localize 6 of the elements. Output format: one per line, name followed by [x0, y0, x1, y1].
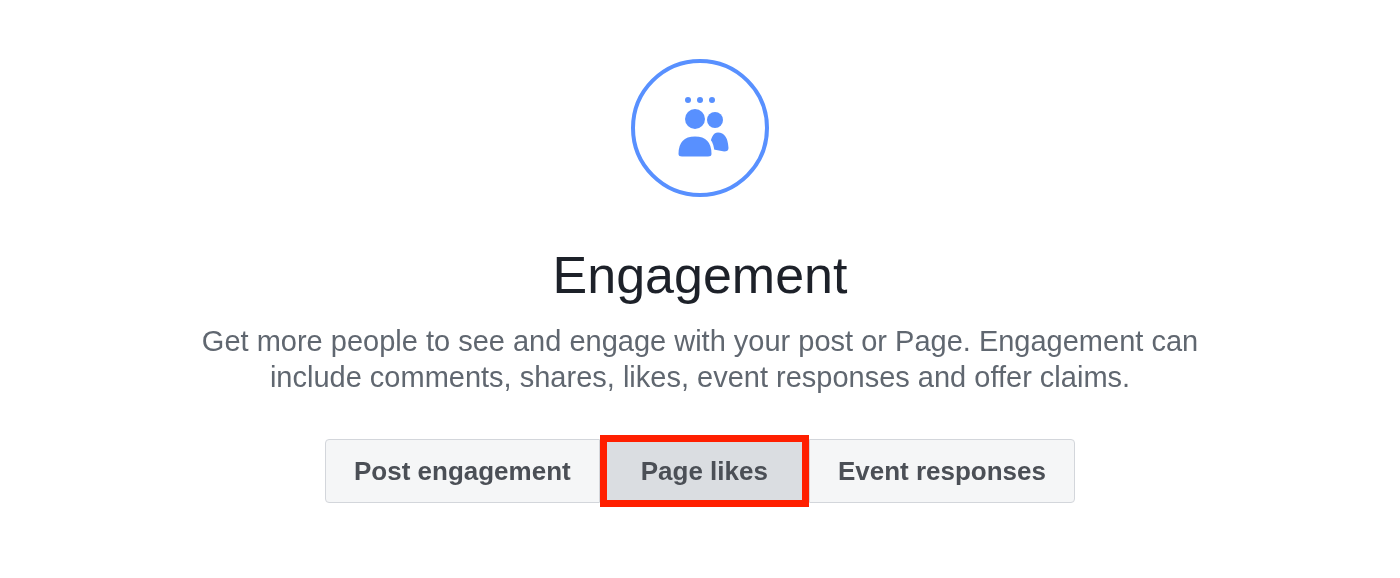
engagement-icon	[630, 58, 770, 198]
description-text: Get more people to see and engage with your post or Page. Engagement can include comments, shares, likes, event responses and offer claims.	[200, 324, 1200, 395]
page-title: Engagement	[552, 245, 848, 305]
objective-option[interactable]: Event responses	[808, 439, 1075, 503]
objective-option[interactable]: Page likes	[599, 435, 809, 507]
objective-option[interactable]: Post engagement	[325, 439, 600, 503]
